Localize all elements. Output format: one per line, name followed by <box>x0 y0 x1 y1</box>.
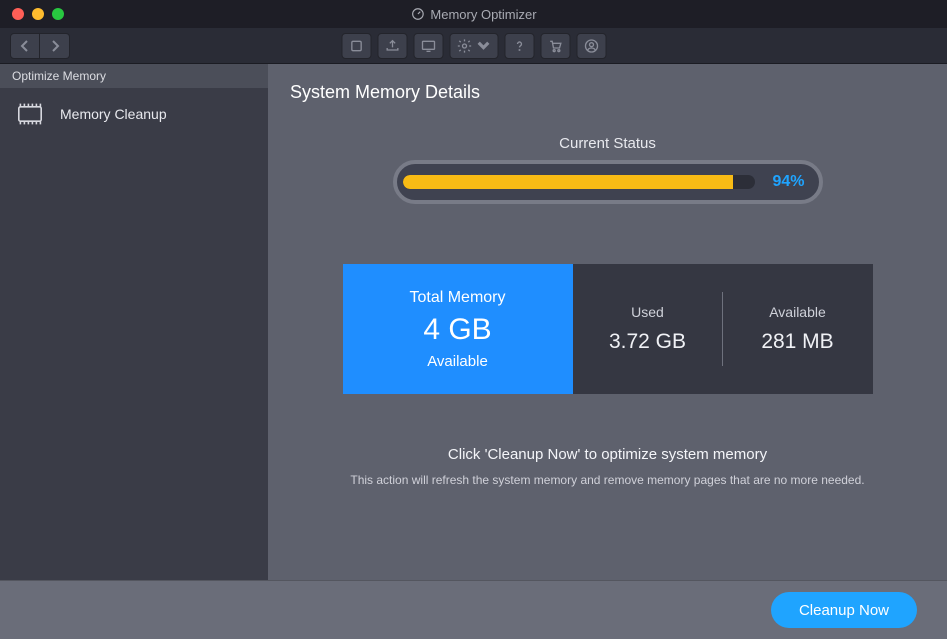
sidebar-item-label: Memory Cleanup <box>60 106 167 122</box>
sidebar-section-header: Optimize Memory <box>0 64 268 88</box>
total-memory-panel: Total Memory 4 GB Available <box>343 264 573 394</box>
footer: Cleanup Now <box>0 580 947 639</box>
total-memory-sub: Available <box>427 353 488 370</box>
gauge-icon <box>410 7 424 21</box>
page-title: System Memory Details <box>268 64 947 113</box>
toolbar-export-button[interactable] <box>377 33 407 59</box>
used-memory-label: Used <box>631 304 664 320</box>
toolbar-scan-button[interactable] <box>341 33 371 59</box>
chevron-right-icon <box>50 40 60 52</box>
chip-icon <box>14 102 46 126</box>
total-memory-value: 4 GB <box>423 313 491 347</box>
monitor-icon <box>420 38 436 54</box>
app-title: Memory Optimizer <box>410 7 536 22</box>
maximize-window-button[interactable] <box>52 8 64 20</box>
available-memory-panel: Available 281 MB <box>723 264 873 394</box>
content-area: System Memory Details Current Status 94%… <box>268 64 947 580</box>
app-title-text: Memory Optimizer <box>430 7 536 22</box>
toolbar <box>0 28 947 64</box>
titlebar: Memory Optimizer <box>0 0 947 28</box>
toolbar-help-button[interactable] <box>504 33 534 59</box>
user-icon <box>583 38 599 54</box>
total-memory-label: Total Memory <box>409 289 505 307</box>
sidebar-item-memory-cleanup[interactable]: Memory Cleanup <box>0 88 268 140</box>
cart-icon <box>547 38 563 54</box>
available-memory-label: Available <box>769 304 826 320</box>
available-memory-value: 281 MB <box>761 330 833 354</box>
instruction-sub: This action will refresh the system memo… <box>268 473 947 487</box>
toolbar-display-button[interactable] <box>413 33 443 59</box>
question-icon <box>511 38 527 54</box>
chevron-down-icon <box>475 38 491 54</box>
instructions: Click 'Cleanup Now' to optimize system m… <box>268 446 947 487</box>
minimize-window-button[interactable] <box>32 8 44 20</box>
sidebar: Optimize Memory Memory Cleanup <box>0 64 268 580</box>
progress-track <box>403 175 755 189</box>
chevron-left-icon <box>20 40 30 52</box>
toolbar-account-button[interactable] <box>576 33 606 59</box>
progress-percent: 94% <box>765 173 805 191</box>
status-label: Current Status <box>268 135 947 152</box>
used-memory-panel: Used 3.72 GB <box>573 264 723 394</box>
status-section: Current Status 94% <box>268 135 947 204</box>
window-controls <box>12 8 64 20</box>
gear-icon <box>456 38 472 54</box>
export-icon <box>384 38 400 54</box>
nav-back-button[interactable] <box>10 33 40 59</box>
cleanup-now-button[interactable]: Cleanup Now <box>771 592 917 628</box>
memory-panels: Total Memory 4 GB Available Used 3.72 GB… <box>343 264 873 394</box>
scan-icon <box>348 38 364 54</box>
instruction-main: Click 'Cleanup Now' to optimize system m… <box>268 446 947 463</box>
progress-bar: 94% <box>393 160 823 204</box>
used-memory-value: 3.72 GB <box>609 330 686 354</box>
close-window-button[interactable] <box>12 8 24 20</box>
toolbar-settings-button[interactable] <box>449 33 498 59</box>
toolbar-cart-button[interactable] <box>540 33 570 59</box>
nav-forward-button[interactable] <box>40 33 70 59</box>
progress-fill <box>403 175 734 189</box>
